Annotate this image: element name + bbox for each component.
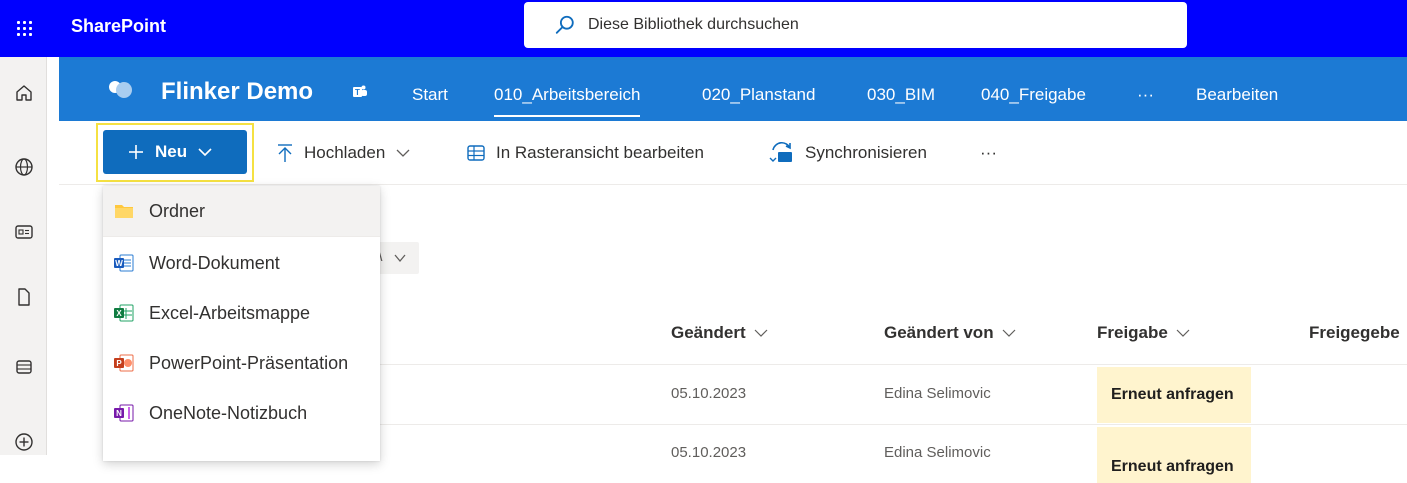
powerpoint-icon: P bbox=[114, 353, 134, 373]
menu-item-label: Word-Dokument bbox=[149, 252, 280, 273]
menu-item-powerpoint[interactable]: P PowerPoint-Präsentation bbox=[103, 338, 380, 388]
column-header-label: Geändert bbox=[671, 323, 746, 342]
chevron-down-icon bbox=[1002, 329, 1016, 337]
file-icon[interactable] bbox=[0, 277, 47, 317]
menu-item-label: PowerPoint-Präsentation bbox=[149, 352, 349, 373]
upload-label: Hochladen bbox=[304, 143, 386, 162]
teams-icon[interactable]: T bbox=[352, 84, 368, 100]
column-header-modified-by[interactable]: Geändert von bbox=[884, 323, 1016, 343]
home-icon[interactable] bbox=[0, 73, 47, 113]
grid-view-edit-button[interactable]: In Rasteransicht bearbeiten bbox=[466, 121, 704, 185]
menu-item-folder[interactable]: Ordner bbox=[103, 186, 380, 236]
site-title[interactable]: Flinker Demo bbox=[161, 57, 313, 121]
cell-modified: 05.10.2023 bbox=[671, 385, 747, 402]
cell-modified-by[interactable]: Edina Selimovic bbox=[884, 385, 991, 402]
excel-icon: X bbox=[114, 303, 134, 323]
sync-label: Synchronisieren bbox=[805, 143, 927, 162]
column-header-label: Freigegebe bbox=[1309, 323, 1400, 342]
row-divider bbox=[380, 364, 1407, 365]
upload-button[interactable]: Hochladen bbox=[276, 121, 411, 185]
menu-item-onenote[interactable]: N OneNote-Notizbuch bbox=[103, 388, 380, 438]
onenote-icon: N bbox=[114, 403, 134, 423]
column-header-modified[interactable]: Geändert bbox=[671, 323, 768, 343]
column-header-freigegeben[interactable]: Freigegebe bbox=[1309, 323, 1400, 343]
menu-item-word[interactable]: W Word-Dokument bbox=[103, 238, 380, 288]
word-icon: W bbox=[114, 253, 134, 273]
news-icon[interactable] bbox=[0, 212, 47, 252]
folder-icon bbox=[114, 201, 134, 221]
site-header: Flinker Demo T Start 010_Arbeitsbereich … bbox=[59, 57, 1407, 121]
menu-item-label: Excel-Arbeitsmappe bbox=[149, 302, 311, 323]
svg-text:W: W bbox=[115, 259, 123, 268]
new-button-label: Neu bbox=[155, 142, 188, 161]
more-commands-button[interactable]: ··· bbox=[980, 121, 997, 185]
column-header-label: Geändert von bbox=[884, 323, 994, 342]
sync-icon bbox=[769, 142, 792, 162]
nav-bim[interactable]: 030_BIM bbox=[867, 57, 935, 121]
app-launcher-waffle-icon[interactable] bbox=[0, 0, 48, 57]
grid-view-label: In Rasteransicht bearbeiten bbox=[496, 143, 704, 162]
nav-more-button[interactable]: ··· bbox=[1137, 57, 1154, 121]
cell-modified-by[interactable]: Edina Selimovic bbox=[884, 444, 991, 461]
menu-divider bbox=[103, 236, 380, 237]
chevron-down-icon bbox=[394, 254, 406, 263]
status-badge[interactable]: Erneut anfragen bbox=[1097, 367, 1251, 423]
status-badge[interactable]: Erneut anfragen bbox=[1097, 427, 1251, 483]
chevron-down-icon bbox=[1176, 329, 1190, 337]
app-name[interactable]: SharePoint bbox=[71, 0, 166, 52]
column-header-freigabe[interactable]: Freigabe bbox=[1097, 323, 1190, 343]
plus-icon bbox=[129, 145, 143, 159]
svg-text:T: T bbox=[355, 88, 360, 97]
search-placeholder: Diese Bibliothek durchsuchen bbox=[588, 16, 799, 33]
suite-bar: SharePoint Diese Bibliothek durchsuchen bbox=[0, 0, 1407, 57]
new-button[interactable]: Neu bbox=[103, 130, 247, 174]
nav-planstand[interactable]: 020_Planstand bbox=[702, 57, 815, 121]
command-bar bbox=[59, 121, 1407, 185]
menu-item-label: Ordner bbox=[149, 200, 206, 221]
nav-freigabe[interactable]: 040_Freigabe bbox=[981, 57, 1086, 121]
new-menu: Ordner W Word-Dokument X Excel-Arbeitsma… bbox=[103, 186, 380, 461]
nav-edit-button[interactable]: Bearbeiten bbox=[1196, 57, 1278, 121]
create-icon[interactable] bbox=[0, 422, 47, 462]
svg-text:N: N bbox=[116, 409, 122, 418]
menu-item-excel[interactable]: X Excel-Arbeitsmappe bbox=[103, 288, 380, 338]
nav-arbeitsbereich[interactable]: 010_Arbeitsbereich bbox=[494, 57, 641, 117]
app-rail bbox=[0, 57, 47, 455]
nav-start[interactable]: Start bbox=[412, 57, 448, 121]
row-divider bbox=[380, 424, 1407, 425]
site-logo-icon[interactable] bbox=[105, 79, 135, 99]
chevron-down-icon bbox=[754, 329, 768, 337]
cell-modified: 05.10.2023 bbox=[671, 444, 747, 461]
search-icon bbox=[555, 15, 574, 34]
chevron-down-icon bbox=[198, 148, 212, 157]
column-header-label: Freigabe bbox=[1097, 323, 1168, 342]
menu-item-label: OneNote-Notizbuch bbox=[149, 402, 308, 423]
search-box[interactable]: Diese Bibliothek durchsuchen bbox=[524, 2, 1187, 48]
svg-text:P: P bbox=[116, 359, 122, 368]
sync-button[interactable]: Synchronisieren bbox=[769, 121, 927, 185]
lists-icon[interactable] bbox=[0, 347, 47, 387]
globe-icon[interactable] bbox=[0, 147, 47, 187]
grid-icon bbox=[467, 145, 485, 161]
svg-text:X: X bbox=[116, 309, 122, 318]
upload-icon bbox=[278, 144, 292, 162]
chevron-down-icon bbox=[396, 149, 410, 157]
